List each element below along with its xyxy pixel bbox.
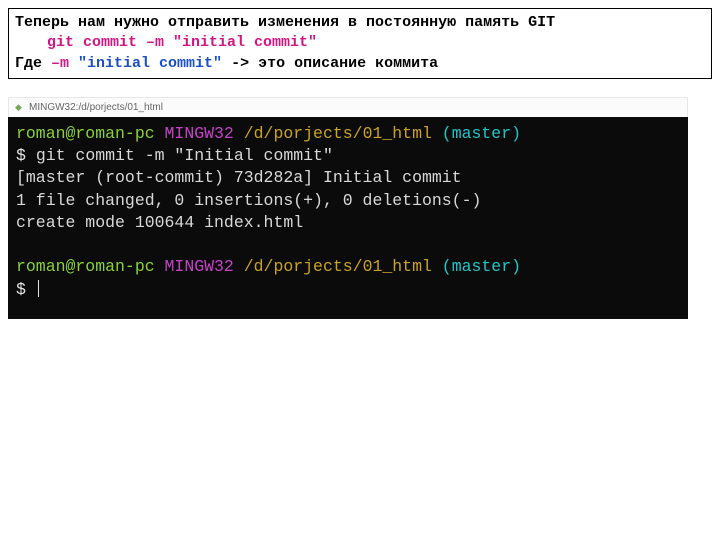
term-branch: (master) <box>432 124 521 143</box>
term-prompt-symbol: $ <box>16 146 36 165</box>
term-path-2: /d/porjects/01_html <box>234 257 432 276</box>
terminal-line-prompt-2: roman@roman-pc MINGW32 /d/porjects/01_ht… <box>16 256 680 278</box>
instruction-line-1: Теперь нам нужно отправить изменения в п… <box>15 13 705 33</box>
instruction-line-3: Где –m "initial commit" -> это описание … <box>15 54 705 74</box>
terminal-line-cmd-1: $ git commit -m "Initial commit" <box>16 145 680 167</box>
term-user-2: roman@roman-pc <box>16 257 155 276</box>
term-command: git commit -m "Initial commit" <box>36 146 333 165</box>
instruction-description: -> это описание коммита <box>222 55 438 72</box>
instruction-line3-prefix: Где <box>15 55 51 72</box>
cursor-icon <box>38 280 40 297</box>
terminal-window: ◆ MINGW32:/d/porjects/01_html roman@roma… <box>8 97 712 319</box>
instruction-flag: –m <box>51 55 78 72</box>
term-branch-2: (master) <box>432 257 521 276</box>
terminal-output-1: [master (root-commit) 73d282a] Initial c… <box>16 167 680 189</box>
terminal-output-3: create mode 100644 index.html <box>16 212 680 234</box>
terminal-icon: ◆ <box>15 102 25 112</box>
terminal-line-cmd-2: $ <box>16 279 680 301</box>
term-user: roman@roman-pc <box>16 124 155 143</box>
terminal-title: MINGW32:/d/porjects/01_html <box>29 102 163 113</box>
terminal-body: roman@roman-pc MINGW32 /d/porjects/01_ht… <box>8 117 688 319</box>
terminal-titlebar: ◆ MINGW32:/d/porjects/01_html <box>8 97 688 117</box>
terminal-output-2: 1 file changed, 0 insertions(+), 0 delet… <box>16 190 680 212</box>
term-prompt-symbol-2: $ <box>16 280 36 299</box>
instruction-command: git commit –m "initial commit" <box>15 33 705 53</box>
terminal-blank-line <box>16 234 680 256</box>
instruction-message: "initial commit" <box>78 55 222 72</box>
term-host: MINGW32 <box>155 124 234 143</box>
instruction-box: Теперь нам нужно отправить изменения в п… <box>8 8 712 79</box>
term-host-2: MINGW32 <box>155 257 234 276</box>
term-path: /d/porjects/01_html <box>234 124 432 143</box>
terminal-line-prompt-1: roman@roman-pc MINGW32 /d/porjects/01_ht… <box>16 123 680 145</box>
